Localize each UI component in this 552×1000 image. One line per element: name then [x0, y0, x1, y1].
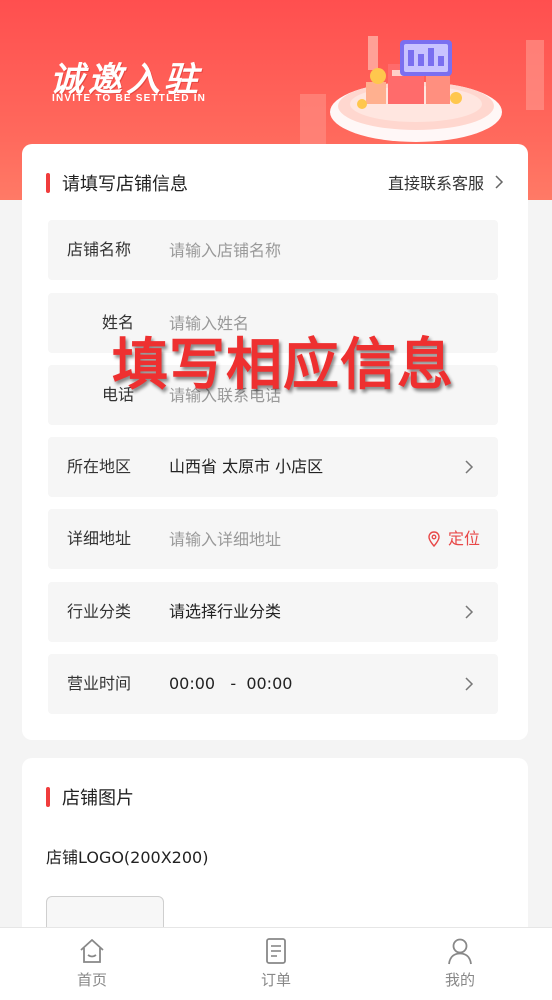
locate-button[interactable]: 定位 — [428, 509, 480, 569]
chevron-right-icon — [465, 605, 474, 619]
chevron-right-icon — [465, 460, 474, 474]
category-row[interactable]: 行业分类 请选择行业分类 — [48, 582, 498, 642]
region-label: 所在地区 — [67, 457, 132, 476]
shop-info-header: 请填写店铺信息 直接联系客服 — [22, 144, 528, 220]
name-row: 姓名 — [48, 293, 498, 353]
category-value: 请选择行业分类 — [169, 602, 282, 621]
locate-label: 定位 — [447, 529, 480, 548]
shop-images-title: 店铺图片 — [62, 788, 134, 809]
logo-label: 店铺LOGO(200X200) — [46, 848, 209, 867]
contact-service-label: 直接联系客服 — [387, 174, 484, 193]
name-input[interactable] — [169, 308, 399, 338]
hours-row[interactable]: 营业时间 00:00 - 00:00 — [48, 654, 498, 714]
section-accent-bar — [46, 173, 50, 193]
hours-label: 营业时间 — [67, 674, 132, 693]
tab-me-label: 我的 — [444, 971, 475, 989]
address-input[interactable] — [169, 524, 399, 554]
phone-label: 电话 — [101, 385, 134, 404]
shop-info-card: 请填写店铺信息 直接联系客服 店铺名称 姓名 电话 所在地区 山西省 太原市 小… — [22, 144, 528, 740]
order-icon — [266, 938, 286, 964]
name-label: 姓名 — [101, 313, 134, 332]
category-label: 行业分类 — [67, 602, 132, 621]
section-accent-bar — [46, 787, 50, 807]
shop-illustration — [300, 36, 544, 150]
address-row: 详细地址 定位 — [48, 509, 498, 569]
phone-input[interactable] — [169, 380, 399, 410]
region-row[interactable]: 所在地区 山西省 太原市 小店区 — [48, 437, 498, 497]
tab-home[interactable]: 首页 — [32, 928, 152, 1000]
tab-home-label: 首页 — [76, 971, 107, 989]
phone-row: 电话 — [48, 365, 498, 425]
hours-value: 00:00 - 00:00 — [169, 674, 293, 693]
location-pin-icon — [428, 531, 440, 547]
tab-me[interactable]: 我的 — [400, 928, 520, 1000]
region-value: 山西省 太原市 小店区 — [169, 457, 324, 476]
shop-name-input[interactable] — [169, 235, 399, 265]
chevron-right-icon — [465, 677, 474, 691]
chevron-right-icon — [495, 175, 504, 189]
tab-orders[interactable]: 订单 — [216, 928, 336, 1000]
tab-orders-label: 订单 — [260, 971, 291, 989]
banner-subtitle: INVITE TO BE SETTLED IN — [52, 93, 207, 104]
shop-images-header: 店铺图片 — [22, 758, 528, 834]
shop-name-label: 店铺名称 — [67, 240, 132, 259]
shop-info-title: 请填写店铺信息 — [62, 174, 188, 195]
address-label: 详细地址 — [67, 529, 132, 548]
shop-name-row: 店铺名称 — [48, 220, 498, 280]
contact-service-link[interactable]: 直接联系客服 — [388, 170, 504, 194]
bottom-tab-bar: 首页 订单 我的 — [0, 927, 552, 1000]
user-icon — [448, 938, 472, 965]
home-icon — [80, 939, 104, 963]
